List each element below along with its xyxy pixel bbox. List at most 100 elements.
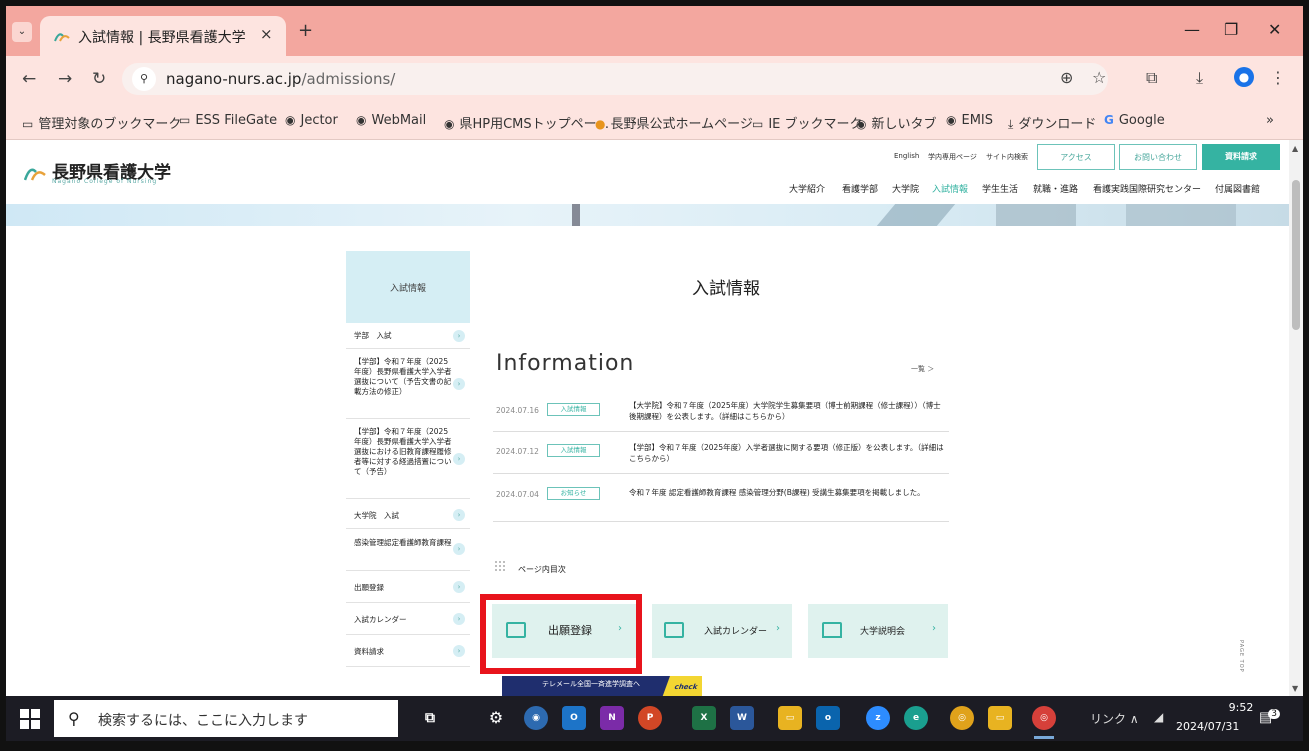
gnav-career[interactable]: 就職・進路 <box>1033 182 1078 195</box>
chevron-right-icon: › <box>453 453 465 465</box>
bookmark-item[interactable]: G Google <box>1104 113 1165 128</box>
scroll-down-icon[interactable]: ▼ <box>1292 684 1298 693</box>
bookmark-item[interactable]: ⤓ ダウンロード <box>1008 113 1096 132</box>
profile-avatar-icon[interactable]: ● <box>1234 67 1254 87</box>
address-bar[interactable]: ⚲ nagano-nurs.ac.jp/admissions/ <box>122 63 1108 95</box>
outlook-mail-icon[interactable]: o <box>816 706 840 730</box>
chrome-icon[interactable]: ◎ <box>950 706 974 730</box>
extensions-icon[interactable]: ⧉ <box>1146 68 1157 88</box>
request-materials-button[interactable]: 資料請求 <box>1202 144 1280 170</box>
bookmarks-overflow-button[interactable]: » <box>1266 113 1274 128</box>
util-link-search[interactable]: サイト内検索 <box>986 152 1028 162</box>
reload-icon[interactable]: ↻ <box>92 69 106 89</box>
folder-icon[interactable]: ▭ <box>988 706 1012 730</box>
download-icon[interactable]: ⤓ <box>1196 68 1203 88</box>
paint-icon[interactable]: ◉ <box>524 706 548 730</box>
news-item[interactable]: 2024.07.04 お知らせ 令和７年度 認定看護師教育課程 感染管理分野(B… <box>493 474 949 522</box>
scrollbar-thumb[interactable] <box>1292 180 1300 330</box>
news-item[interactable]: 2024.07.12 入試情報 【学部】令和７年度（2025年度）入学者選抜に関… <box>493 432 949 474</box>
news-item[interactable]: 2024.07.16 入試情報 【大学院】令和７年度（2025年度）大学院学生募… <box>493 390 949 432</box>
gnav-graduate[interactable]: 大学院 <box>892 182 919 195</box>
page-top-link[interactable]: PAGE TOP <box>1238 640 1244 673</box>
college-logo-icon[interactable] <box>24 162 46 182</box>
powerpoint-icon[interactable]: P <box>638 706 662 730</box>
util-link-internal[interactable]: 学内専用ページ <box>928 152 977 162</box>
zoom-app-icon[interactable]: z <box>866 706 890 730</box>
task-view-icon[interactable]: ⧉ <box>418 706 442 730</box>
telemail-banner[interactable]: テレメール全国一斉進学調査へ check <box>502 676 702 696</box>
settings-icon[interactable]: ⚙ <box>484 706 508 730</box>
sidebar-item-calendar[interactable]: 入試カレンダー › <box>346 603 470 635</box>
word-icon[interactable]: W <box>730 706 754 730</box>
sidebar-item-label: 資料請求 <box>354 647 384 656</box>
forward-arrow-icon[interactable]: → <box>58 69 72 89</box>
bookmark-item[interactable]: ◉ 県HP用CMSトップペー... <box>444 113 609 132</box>
util-link-english[interactable]: English <box>894 152 919 160</box>
chrome-active-icon[interactable]: ◎ <box>1032 706 1056 730</box>
bookmark-item[interactable]: ◉ Jector <box>285 113 338 128</box>
edge-icon[interactable]: e <box>904 706 928 730</box>
tab-close-icon[interactable]: × <box>260 25 273 43</box>
sidebar-item-materials[interactable]: 資料請求 › <box>346 635 470 667</box>
news-title[interactable]: 令和７年度 認定看護師教育課程 感染管理分野(B課程) 受講生募集要項を掲載しま… <box>629 487 947 498</box>
tab-strip: ⌄ 入試情報 | 長野県看護大学 × + — ❐ ✕ <box>6 6 1303 56</box>
site-info-icon[interactable]: ⚲ <box>132 67 156 91</box>
sidebar-item-undergrad-transition[interactable]: 【学部】令和７年度（2025年度）長野県看護大学入学者選抜における旧教育課程履修… <box>346 419 470 499</box>
sidebar-item-graduate-exam[interactable]: 大学院 入試 › <box>346 499 470 529</box>
sidebar-item-label: 出願登録 <box>354 583 384 592</box>
menu-dots-icon[interactable]: ⋮ <box>1270 68 1286 87</box>
gnav-research-center[interactable]: 看護実践国際研究センター <box>1093 182 1201 195</box>
file-explorer-icon[interactable]: ▭ <box>778 706 802 730</box>
windows-start-icon[interactable] <box>20 709 40 729</box>
page-title: 入試情報 <box>692 279 760 299</box>
gnav-admissions[interactable]: 入試情報 <box>932 182 968 195</box>
bookmark-item[interactable]: ◉ WebMail <box>356 113 426 128</box>
close-window-button[interactable]: ✕ <box>1268 20 1281 39</box>
gnav-about[interactable]: 大学紹介 <box>789 182 825 195</box>
news-list-link[interactable]: 一覧 ＞ <box>911 364 934 374</box>
sidebar-item-infection-control[interactable]: 感染管理認定看護師教育課程 › <box>346 529 470 571</box>
bookmark-item[interactable]: ◉ EMIS <box>946 113 993 128</box>
gnav-library[interactable]: 付属図書館 <box>1215 182 1260 195</box>
minimize-button[interactable]: — <box>1184 20 1200 39</box>
excel-icon[interactable]: X <box>692 706 716 730</box>
network-icon[interactable]: ◢ <box>1154 710 1163 724</box>
sidebar-item-undergrad-exam[interactable]: 学部 入試 › <box>346 323 470 349</box>
access-button[interactable]: アクセス <box>1037 144 1115 170</box>
news-title[interactable]: 【大学院】令和７年度（2025年度）大学院学生募集要項（博士前期課程（修士課程）… <box>629 400 947 422</box>
tab-search-button[interactable]: ⌄ <box>12 22 32 42</box>
taskbar-search-placeholder: 検索するには、ここに入力します <box>98 713 308 729</box>
bookmark-item[interactable]: ● 長野県公式ホームページ <box>595 113 753 132</box>
bookmark-item[interactable]: ▭ ESS FileGate <box>179 113 277 128</box>
news-title[interactable]: 【学部】令和７年度（2025年度）入学者選抜に関する要項（修正版）を公表します。… <box>629 442 947 464</box>
bookmark-item[interactable]: ▭ IE ブックマーク <box>752 113 863 132</box>
zoom-icon[interactable]: ⊕ <box>1060 68 1073 87</box>
bookmark-item[interactable]: ▭ 管理対象のブックマーク <box>22 113 181 132</box>
notification-center-icon[interactable]: ▤3 <box>1259 709 1280 726</box>
contact-button[interactable]: お問い合わせ <box>1119 144 1197 170</box>
gnav-student-life[interactable]: 学生生活 <box>982 182 1018 195</box>
open-campus-card[interactable]: 大学説明会 › <box>808 604 948 658</box>
bookmark-item[interactable]: ◉ 新しいタブ <box>856 113 937 132</box>
screen: ⌄ 入試情報 | 長野県看護大学 × + — ❐ ✕ ← → ↻ ⚲ nagan… <box>6 6 1303 741</box>
page-scrollbar[interactable]: ▲ ▼ <box>1289 140 1303 696</box>
gnav-nursing[interactable]: 看護学部 <box>842 182 878 195</box>
onenote-icon[interactable]: N <box>600 706 624 730</box>
clock-date[interactable]: 2024/07/31 <box>1176 720 1239 733</box>
taskbar-search[interactable]: ⚲ 検索するには、ここに入力します <box>54 700 398 737</box>
back-arrow-icon[interactable]: ← <box>22 69 36 89</box>
taskbar-links-toolbar[interactable]: リンク ∧ <box>1090 710 1139 727</box>
sidebar-item-application[interactable]: 出願登録 › <box>346 571 470 603</box>
banner-check-label: check <box>661 676 702 696</box>
new-tab-button[interactable]: + <box>298 20 313 41</box>
globe-icon: ◉ <box>856 117 867 131</box>
restore-button[interactable]: ❐ <box>1224 20 1238 39</box>
card-label: 大学説明会 <box>860 627 906 637</box>
outlook-icon[interactable]: O <box>562 706 586 730</box>
bookmark-star-icon[interactable]: ☆ <box>1092 68 1106 87</box>
sidebar-item-undergrad-notice-fix[interactable]: 【学部】令和７年度（2025年度）長野県看護大学入学者選抜について（予告文書の記… <box>346 349 470 419</box>
exam-calendar-card[interactable]: 入試カレンダー › <box>652 604 792 658</box>
url-text[interactable]: nagano-nurs.ac.jp/admissions/ <box>166 70 395 88</box>
tab-active[interactable]: 入試情報 | 長野県看護大学 × <box>40 16 286 56</box>
scroll-up-icon[interactable]: ▲ <box>1292 144 1298 153</box>
